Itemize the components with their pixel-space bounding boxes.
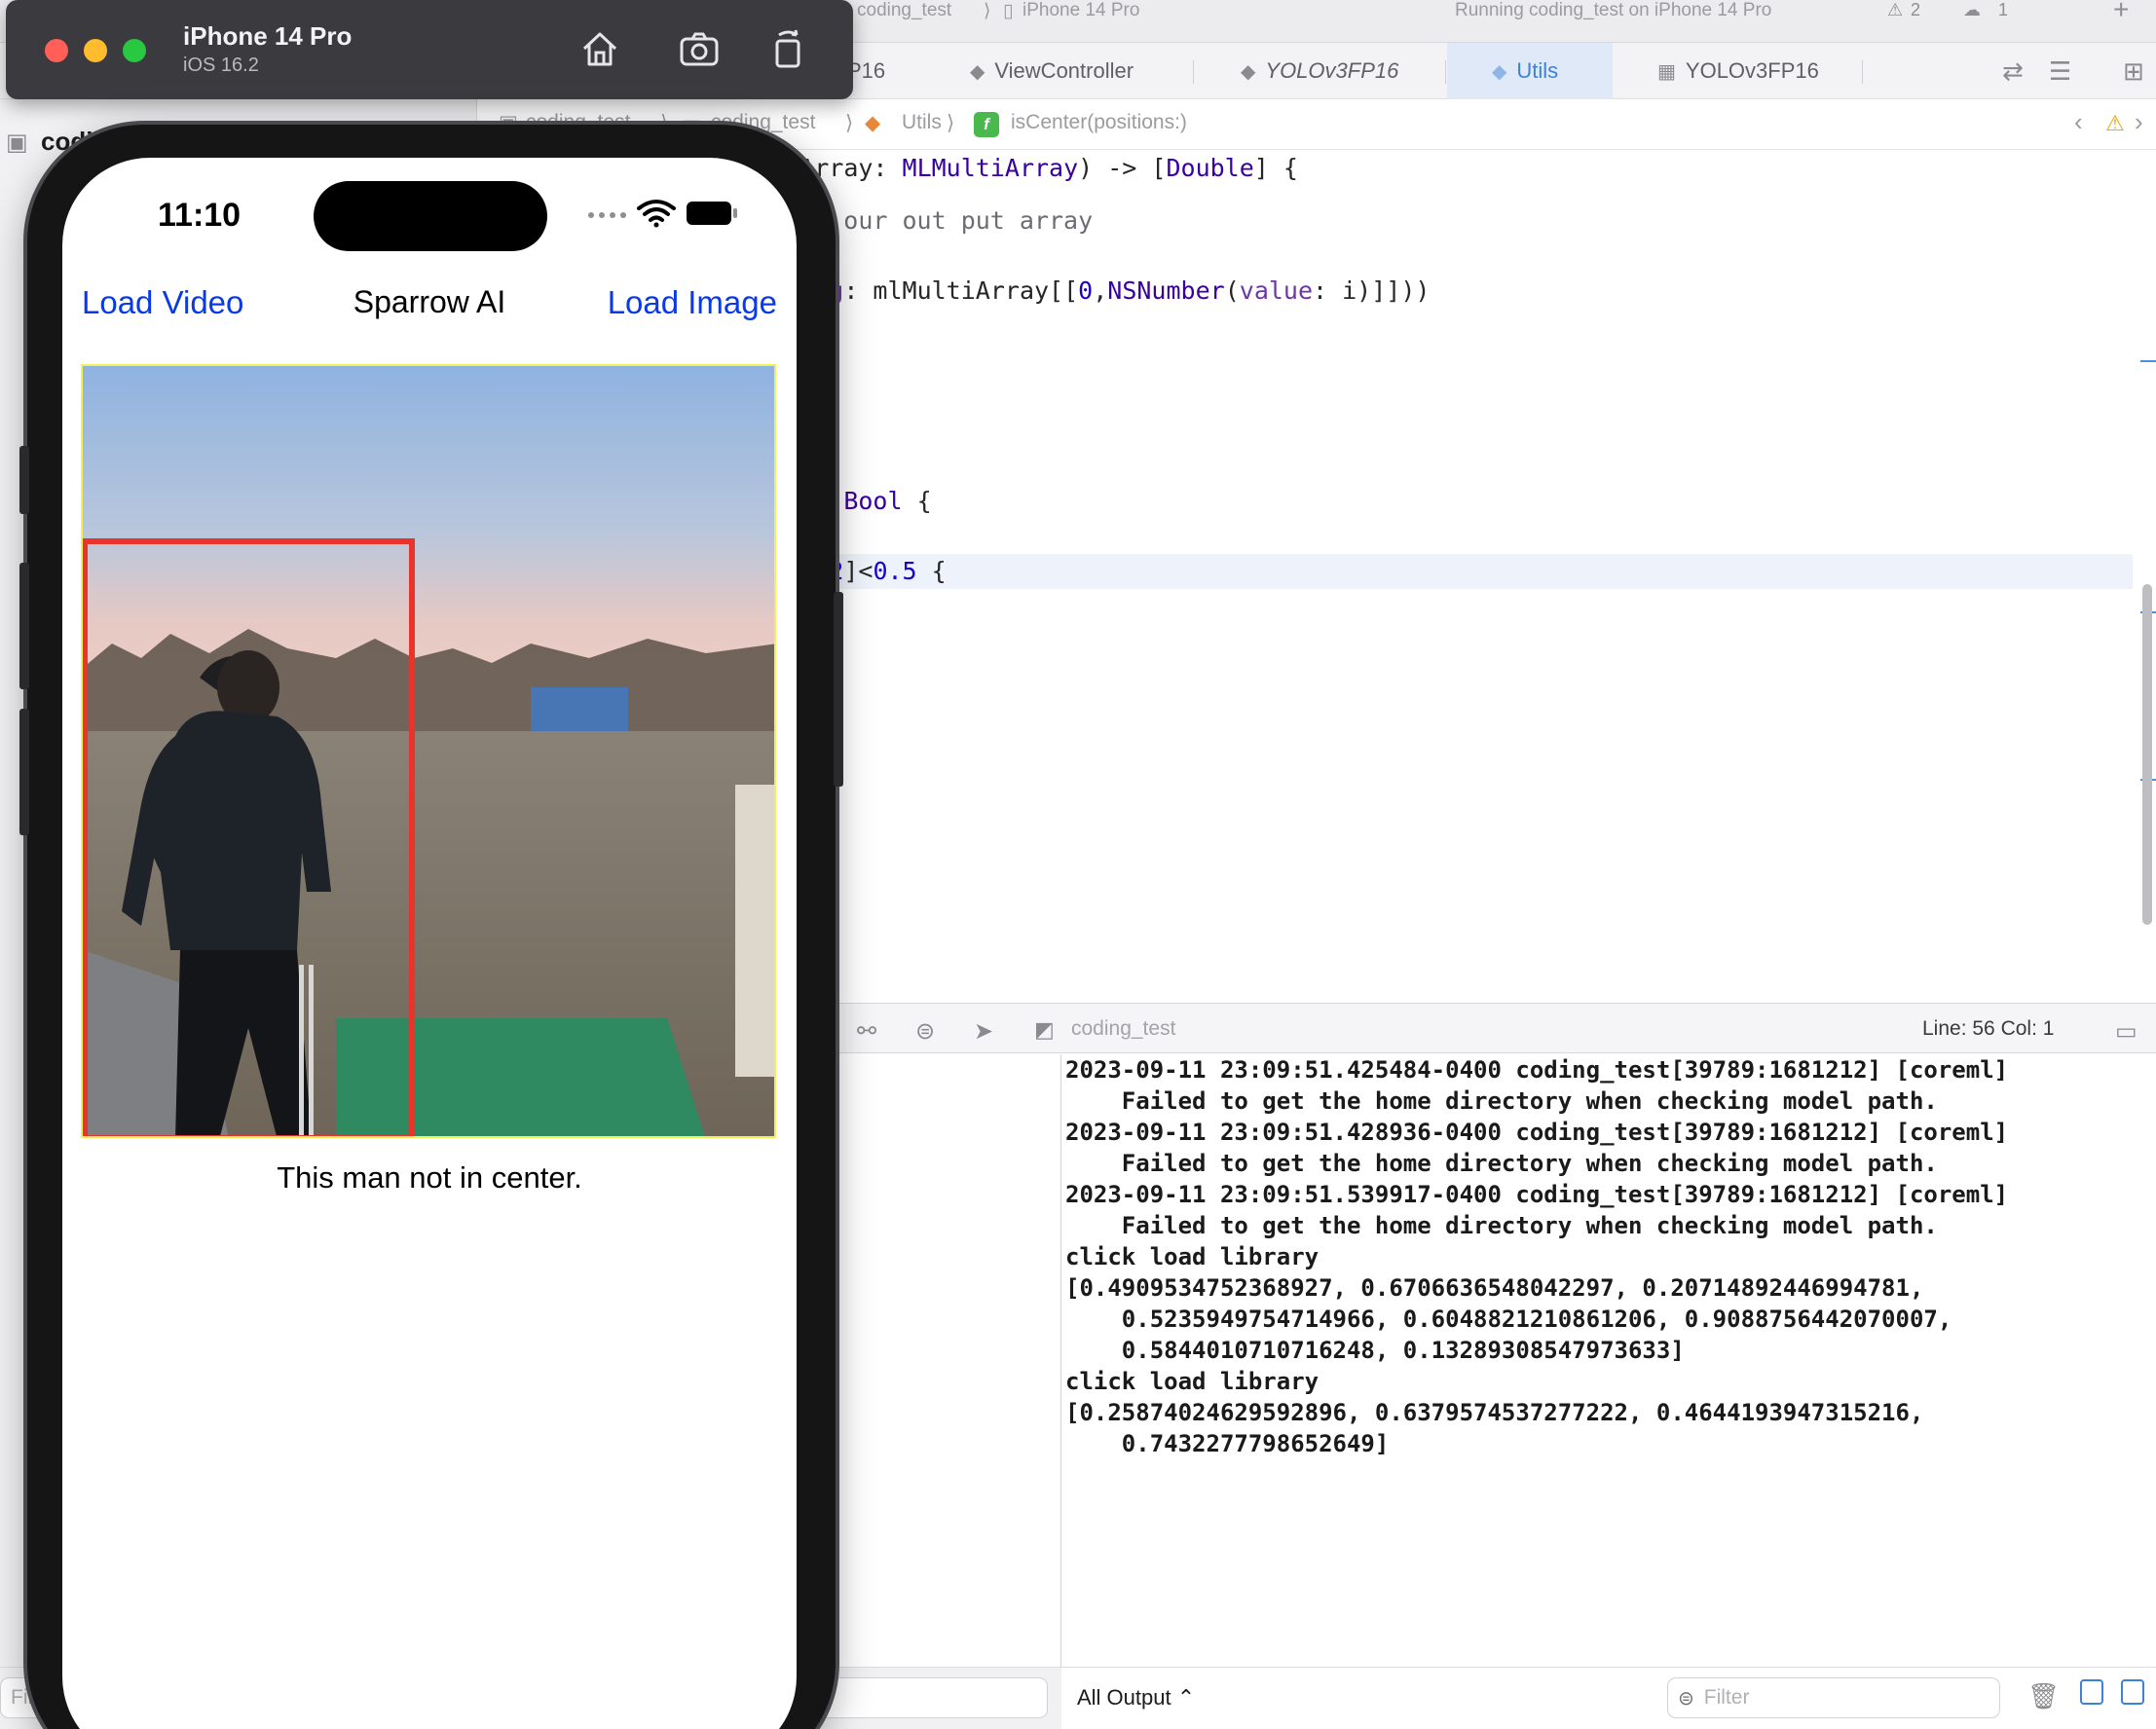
cellular-signal-icon — [588, 212, 626, 218]
chevron-right-icon: ⟩ — [984, 1, 991, 21]
activity-status: Running coding_test on iPhone 14 Pro — [1455, 0, 1772, 20]
screenshot-icon[interactable] — [676, 25, 723, 72]
iphone-screen: 11:10 Load Video Sparrow AI Load Image T… — [62, 158, 797, 1729]
warning-icon[interactable]: ⚠ — [1887, 0, 1903, 20]
function-icon: f — [974, 112, 999, 137]
toggle-console-icon[interactable]: ▭ — [2115, 1017, 2137, 1046]
project-icon: ▣ — [6, 129, 28, 156]
add-editor-icon[interactable]: ⊞ — [2123, 43, 2144, 99]
simulator-titlebar: iPhone 14 Pro iOS 16.2 — [6, 0, 853, 99]
console-line: click load library — [1065, 1368, 1320, 1395]
chevron-left-icon[interactable]: ‹ — [2074, 107, 2083, 137]
tab-divider — [1193, 60, 1194, 84]
destination-selector[interactable]: iPhone 14 Pro — [1022, 0, 1139, 20]
split-right-icon[interactable] — [2121, 1679, 2144, 1705]
tab-yolov3fp16-model[interactable]: ▦ YOLOv3FP16 — [1657, 43, 1872, 99]
simulator-os-version: iOS 16.2 — [183, 55, 259, 76]
simulate-location-icon[interactable]: ➤ — [974, 1017, 993, 1046]
result-caption: This man not in center. — [277, 1160, 582, 1195]
volume-up-button — [19, 563, 29, 689]
console-log: 2023-09-11 23:09:51.425484-0400 coding_t… — [1065, 1054, 2156, 1459]
device-icon: ▯ — [1003, 1, 1014, 21]
debug-target-label: coding_test — [1071, 1017, 1176, 1040]
split-left-icon[interactable] — [2080, 1679, 2103, 1705]
filter-icon: ⊜ — [1678, 1687, 1694, 1710]
console-filter-input[interactable]: ⊜ Filter — [1667, 1677, 2000, 1718]
console-line: 2023-09-11 23:09:51.425484-0400 coding_t… — [1065, 1056, 2009, 1084]
console-line: 0.5844010710716248, 0.13289308547973633] — [1065, 1337, 1685, 1364]
environment-overrides-icon[interactable]: ⊜ — [915, 1017, 935, 1046]
rotate-icon[interactable] — [765, 25, 812, 72]
swift-file-icon: ◆ — [865, 112, 881, 134]
console-filter-placeholder: Filter — [1703, 1686, 1750, 1709]
warning-count: 2 — [1911, 0, 1921, 19]
tab-yolov3fp16-swift[interactable]: ◆ YOLOv3FP16 — [1241, 43, 1435, 99]
chevron-right-icon: ⟩ — [947, 112, 955, 134]
tab-label: YOLOv3FP16 — [1265, 58, 1399, 83]
tab-label: YOLOv3FP16 — [1685, 58, 1819, 83]
mlmodel-file-icon: ▦ — [1657, 60, 1676, 83]
minimize-button[interactable] — [84, 39, 107, 62]
console-footer: All Output ⌃ ⊜ Filter 🗑 — [1061, 1667, 2156, 1729]
cursor-position: Line: 56 Col: 1 — [1922, 1017, 2055, 1040]
swift-file-icon: ◆ — [1492, 60, 1507, 83]
editor-scrollbar[interactable] — [2142, 584, 2152, 925]
action-button — [19, 446, 29, 514]
battery-icon — [687, 202, 737, 225]
add-icon[interactable]: + — [2113, 0, 2129, 25]
console-line: Failed to get the home directory when ch… — [1065, 1087, 1938, 1115]
related-items-icon[interactable]: ⇄ — [2002, 43, 2024, 99]
tab-utils[interactable]: ◆ Utils — [1447, 43, 1613, 99]
breadcrumb-file[interactable]: Utils — [902, 111, 942, 134]
status-time: 11:10 — [158, 197, 242, 234]
power-button — [834, 592, 843, 787]
close-button[interactable] — [45, 39, 68, 62]
photo-scene — [83, 366, 774, 1136]
wifi-icon — [637, 200, 676, 228]
swift-file-icon: ◆ — [970, 60, 985, 83]
console-line: Failed to get the home directory when ch… — [1065, 1150, 1938, 1177]
tab-viewcontroller[interactable]: ◆ ViewController — [970, 43, 1194, 99]
issue-count: 1 — [1998, 0, 2009, 19]
tab-p16[interactable]: P16 — [847, 43, 945, 99]
console-line: 2023-09-11 23:09:51.539917-0400 coding_t… — [1065, 1181, 2009, 1208]
breadcrumb-symbol[interactable]: isCenter(positions:) — [1011, 111, 1187, 134]
console-line: [0.4909534752368927, 0.6706636548042297,… — [1065, 1274, 1924, 1302]
chevron-right-icon: ⟩ — [845, 112, 854, 134]
dynamic-island — [314, 181, 547, 251]
tab-divider — [1862, 60, 1863, 84]
scheme-selector[interactable]: coding_test — [857, 0, 951, 20]
simulator-device-name: iPhone 14 Pro — [183, 21, 353, 51]
zoom-button[interactable] — [123, 39, 146, 62]
issue-icon[interactable]: ☁ — [1963, 0, 1981, 20]
console-output[interactable]: 2023-09-11 23:09:51.425484-0400 coding_t… — [1061, 1054, 2156, 1689]
console-line: [0.25874024629592896, 0.6379574537277222… — [1065, 1399, 1924, 1426]
blue-building — [531, 687, 628, 731]
tab-label: Utils — [1516, 58, 1559, 83]
editor-options-icon[interactable]: ☰ — [2049, 43, 2071, 99]
home-icon[interactable] — [576, 25, 623, 72]
chevron-right-icon[interactable]: › — [2135, 107, 2143, 137]
warning-icon[interactable]: ⚠ — [2105, 111, 2125, 136]
tab-label: ViewController — [994, 58, 1134, 83]
console-line: 0.5235949754714966, 0.6048821210861206, … — [1065, 1306, 1952, 1333]
load-image-button[interactable]: Load Image — [608, 284, 777, 321]
console-line: Failed to get the home directory when ch… — [1065, 1212, 1938, 1239]
console-line: click load library — [1065, 1243, 1320, 1270]
swift-file-icon: ◆ — [1241, 60, 1256, 83]
debug-memory-graph-icon[interactable]: ⚯ — [857, 1017, 876, 1046]
detection-image — [81, 364, 776, 1138]
console-line: 0.7432277798652649] — [1065, 1430, 1390, 1457]
output-selector[interactable]: All Output ⌃ — [1077, 1685, 1195, 1711]
console-line: 2023-09-11 23:09:51.428936-0400 coding_t… — [1065, 1119, 2009, 1146]
tab-divider — [1445, 60, 1446, 84]
change-marker — [2140, 360, 2156, 362]
volume-down-button — [19, 709, 29, 835]
trash-icon[interactable]: 🗑 — [2027, 1681, 2060, 1711]
app-target-icon: ◩ — [1034, 1017, 1055, 1042]
